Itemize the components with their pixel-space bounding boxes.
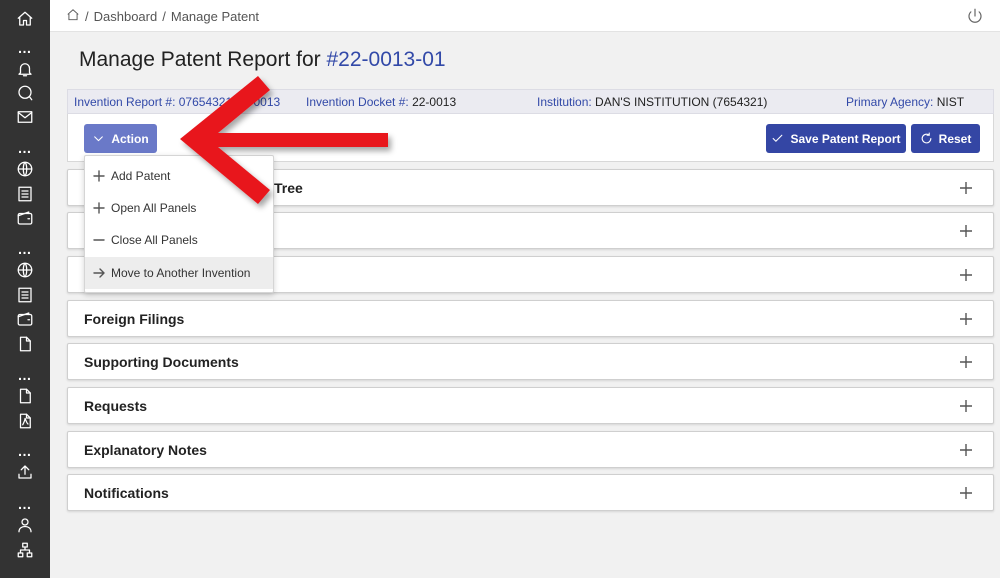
invention-report-info: Invention Report #: 07654321-22-0013 [74,95,280,109]
breadcrumb-separator: / [85,9,89,24]
agency-value: NIST [936,95,965,109]
wallet-icon[interactable] [15,309,35,329]
plus-icon[interactable] [959,224,973,238]
panel-title: Supporting Documents [84,354,239,370]
sidebar-separator-dots: … [17,140,33,156]
save-button-label: Save Patent Report [790,131,901,146]
panel-supporting-documents[interactable]: Supporting Documents [67,343,994,380]
refresh-icon [921,132,932,144]
plus-icon[interactable] [959,181,973,195]
menu-item-label: Move to Another Invention [111,266,251,280]
plus-icon[interactable] [959,486,973,500]
user-icon[interactable] [15,515,35,535]
document-icon[interactable] [15,334,35,354]
plus-icon[interactable] [959,312,973,326]
chat-icon[interactable] [15,83,35,103]
docket-value: 22-0013 [412,95,457,109]
panel-title: Notifications [84,485,169,501]
reset-button-label: Reset [938,131,972,146]
breadcrumb-manage-patent: Manage Patent [170,9,260,24]
invention-report-label: Invention Report #: [74,95,176,109]
mail-icon[interactable] [15,107,35,127]
home-icon[interactable] [66,8,80,25]
invention-report-value[interactable]: 07654321-22-0013 [179,95,280,109]
breadcrumb-dashboard[interactable]: Dashboard [94,9,158,24]
top-bar: / Dashboard / Manage Patent [50,0,1000,32]
panel-foreign-filings[interactable]: Foreign Filings [67,300,994,337]
panel-explanatory-notes[interactable]: Explanatory Notes [67,431,994,468]
sidebar: … … … … … … [0,0,50,578]
action-dropdown-menu: Add Patent Open All Panels Close All Pan… [84,155,274,293]
globe-icon[interactable] [15,159,35,179]
upload-icon[interactable] [15,462,35,482]
menu-item-label: Add Patent [111,169,171,183]
menu-item-open-all-panels[interactable]: Open All Panels [85,192,273,224]
document-icon[interactable] [15,386,35,406]
plus-icon[interactable] [959,355,973,369]
panel-requests[interactable]: Requests [67,387,994,424]
save-patent-report-button[interactable]: Save Patent Report [766,124,906,153]
menu-item-add-patent[interactable]: Add Patent [85,160,273,192]
plus-icon[interactable] [959,399,973,413]
arrow-right-icon [93,268,105,278]
menu-item-label: Close All Panels [111,233,198,247]
hierarchy-icon[interactable] [15,540,35,560]
panel-title: Explanatory Notes [84,442,207,458]
pdf-icon[interactable] [15,411,35,431]
minus-icon [93,239,105,241]
plus-icon [93,202,105,214]
panel-notifications[interactable]: Notifications [67,474,994,511]
home-icon[interactable] [15,9,35,29]
institution-value: DAN'S INSTITUTION (7654321) [595,95,768,109]
institution-info: Institution: DAN'S INSTITUTION (7654321) [537,95,767,109]
plus-icon [93,170,105,182]
sidebar-separator-dots: … [17,40,33,56]
panel-title: Foreign Filings [84,311,185,327]
institution-label: Institution: [537,95,592,109]
agency-info: Primary Agency: NIST [846,95,964,109]
globe-icon[interactable] [15,260,35,280]
sidebar-separator-dots: … [17,241,33,257]
sidebar-separator-dots: … [17,367,33,383]
list-icon[interactable] [15,184,35,204]
breadcrumb: / Dashboard / Manage Patent [66,8,259,25]
docket-info: Invention Docket #: 22-0013 [306,95,456,109]
list-icon[interactable] [15,285,35,305]
breadcrumb-separator: / [162,9,166,24]
panel-title: Requests [84,398,148,414]
bell-icon[interactable] [15,59,35,79]
sidebar-separator-dots: … [17,443,33,459]
panel-title: Tree [274,180,303,196]
check-icon [773,134,783,142]
sidebar-separator-dots: … [17,496,33,512]
menu-item-close-all-panels[interactable]: Close All Panels [85,224,273,256]
agency-label: Primary Agency: [846,95,934,109]
reset-button[interactable]: Reset [911,124,980,153]
power-icon[interactable] [966,7,984,25]
page-title-prefix: Manage Patent Report for [79,48,327,71]
plus-icon[interactable] [959,443,973,457]
menu-item-move-to-another-invention[interactable]: Move to Another Invention [85,257,273,289]
info-bar: Invention Report #: 07654321-22-0013 Inv… [67,89,994,114]
chevron-down-icon [94,136,104,142]
page-title-number[interactable]: #22-0013-01 [326,48,445,71]
menu-item-label: Open All Panels [111,201,197,215]
wallet-icon[interactable] [15,208,35,228]
page-title: Manage Patent Report for #22-0013-01 [79,48,446,72]
action-button-label: Action [111,131,149,146]
action-button[interactable]: Action [84,124,157,153]
docket-label: Invention Docket #: [306,95,409,109]
plus-icon[interactable] [959,268,973,282]
